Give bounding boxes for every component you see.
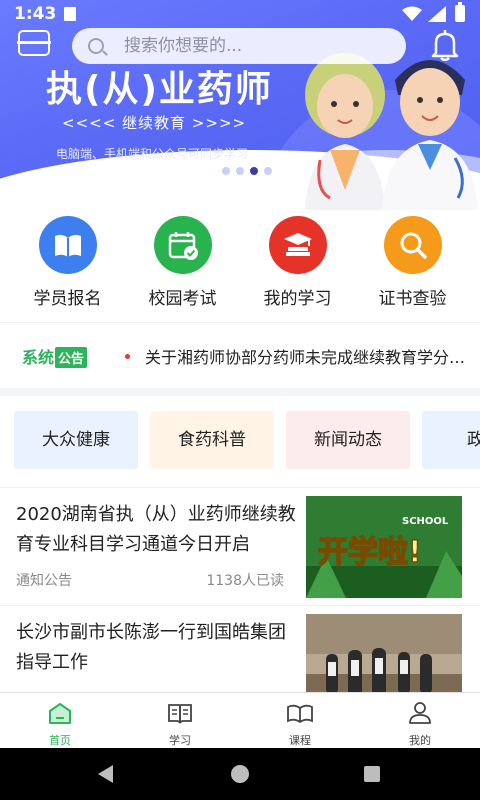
person-icon bbox=[409, 702, 431, 724]
quick-item-certificate-check[interactable]: 证书查验 bbox=[358, 212, 468, 312]
notice-bullet bbox=[125, 354, 130, 359]
tab-home[interactable]: 首页 bbox=[0, 693, 120, 748]
quick-item-my-study[interactable]: 我的学习 bbox=[243, 212, 353, 312]
back-icon[interactable] bbox=[98, 765, 113, 783]
notice-tag: 公告 bbox=[55, 347, 88, 368]
system-notice[interactable]: 系统 公告 关于湘药师协部分药师未完成继续教育学分的通知 bbox=[0, 322, 480, 388]
banner-dot[interactable] bbox=[264, 167, 272, 175]
open-book-icon bbox=[168, 704, 192, 724]
section-divider bbox=[0, 388, 480, 396]
notice-text[interactable]: 关于湘药师协部分药师未完成继续教育学分的通知 bbox=[145, 344, 480, 368]
menu-button[interactable] bbox=[17, 30, 51, 56]
quick-item-label: 校园考试 bbox=[148, 289, 217, 309]
wifi-icon bbox=[402, 6, 422, 21]
tab-label: 学习 bbox=[169, 734, 191, 747]
quick-item-enroll[interactable]: 学员报名 bbox=[13, 212, 123, 312]
news-thumbnail: 开学啦! SCHOOL bbox=[306, 496, 462, 598]
book-icon bbox=[38, 216, 97, 274]
search-bar[interactable] bbox=[72, 28, 406, 64]
magnifier-icon bbox=[383, 216, 442, 274]
sd-card-icon bbox=[64, 7, 76, 21]
banner-dot[interactable] bbox=[236, 167, 244, 175]
news-list: 2020湖南省执（从）业药师继续教育专业科目学习通道今日开启 通知公告 1138… bbox=[0, 487, 480, 723]
thumbnail-tag: SCHOOL bbox=[402, 516, 449, 527]
notice-brand: 系统 公告 bbox=[22, 344, 88, 368]
bottom-navigation: 首页 学习 课程 我的 bbox=[0, 692, 480, 748]
system-navigation-bar bbox=[0, 748, 480, 800]
news-source: 通知公告 bbox=[16, 573, 72, 589]
tab-label: 首页 bbox=[49, 734, 71, 747]
quick-item-label: 我的学习 bbox=[263, 289, 332, 309]
banner-dot-active[interactable] bbox=[250, 167, 258, 175]
news-title: 长沙市副市长陈澎一行到国皓集团指导工作 bbox=[16, 622, 286, 673]
quick-menu: 学员报名 校园考试 我的学习 证书查验 bbox=[0, 212, 480, 312]
tab-study[interactable]: 学习 bbox=[120, 693, 240, 748]
quick-item-label: 证书查验 bbox=[378, 289, 447, 309]
news-read-count: 1138人已读 bbox=[206, 573, 284, 589]
category-tab[interactable]: 大众健康 bbox=[14, 411, 138, 469]
status-time: 1:43 bbox=[14, 4, 57, 24]
search-input[interactable] bbox=[124, 28, 394, 64]
bell-icon[interactable] bbox=[430, 29, 460, 61]
quick-item-exam[interactable]: 校园考试 bbox=[128, 212, 238, 312]
banner-dot[interactable] bbox=[222, 167, 230, 175]
banner-title: 执(从)业药师 bbox=[46, 69, 273, 110]
category-tab[interactable]: 政策 bbox=[422, 411, 480, 469]
news-item[interactable]: 2020湖南省执（从）业药师继续教育专业科目学习通道今日开启 通知公告 1138… bbox=[0, 487, 480, 605]
banner-subtitle: <<<< 继续教育 >>>> bbox=[62, 114, 247, 132]
tab-label: 课程 bbox=[289, 734, 311, 747]
battery-icon bbox=[455, 2, 465, 22]
news-title: 2020湖南省执（从）业药师继续教育专业科目学习通道今日开启 bbox=[16, 504, 296, 555]
quick-item-label: 学员报名 bbox=[33, 289, 102, 309]
pharmacists-illustration bbox=[305, 53, 478, 210]
banner-note: 电脑端、手机端和公众号可同步学习 bbox=[56, 147, 249, 161]
banner-pagination[interactable] bbox=[222, 167, 272, 175]
tab-label: 我的 bbox=[409, 734, 431, 747]
category-tab[interactable]: 新闻动态 bbox=[286, 411, 410, 469]
signal-icon bbox=[428, 6, 446, 22]
status-bar: 1:43 bbox=[0, 0, 480, 28]
category-tabs[interactable]: 大众健康食药科普新闻动态政策 bbox=[14, 411, 480, 469]
home-button-icon[interactable] bbox=[231, 765, 249, 783]
tab-profile[interactable]: 我的 bbox=[360, 693, 480, 748]
course-book-icon bbox=[287, 704, 313, 724]
category-tab[interactable]: 食药科普 bbox=[150, 411, 274, 469]
thumbnail-text: 开学啦! bbox=[318, 535, 422, 570]
calendar-check-icon bbox=[153, 216, 212, 274]
graduation-books-icon bbox=[268, 216, 327, 274]
recent-apps-icon[interactable] bbox=[364, 766, 380, 782]
tab-courses[interactable]: 课程 bbox=[240, 693, 360, 748]
home-icon bbox=[49, 703, 71, 724]
search-icon bbox=[88, 38, 104, 54]
